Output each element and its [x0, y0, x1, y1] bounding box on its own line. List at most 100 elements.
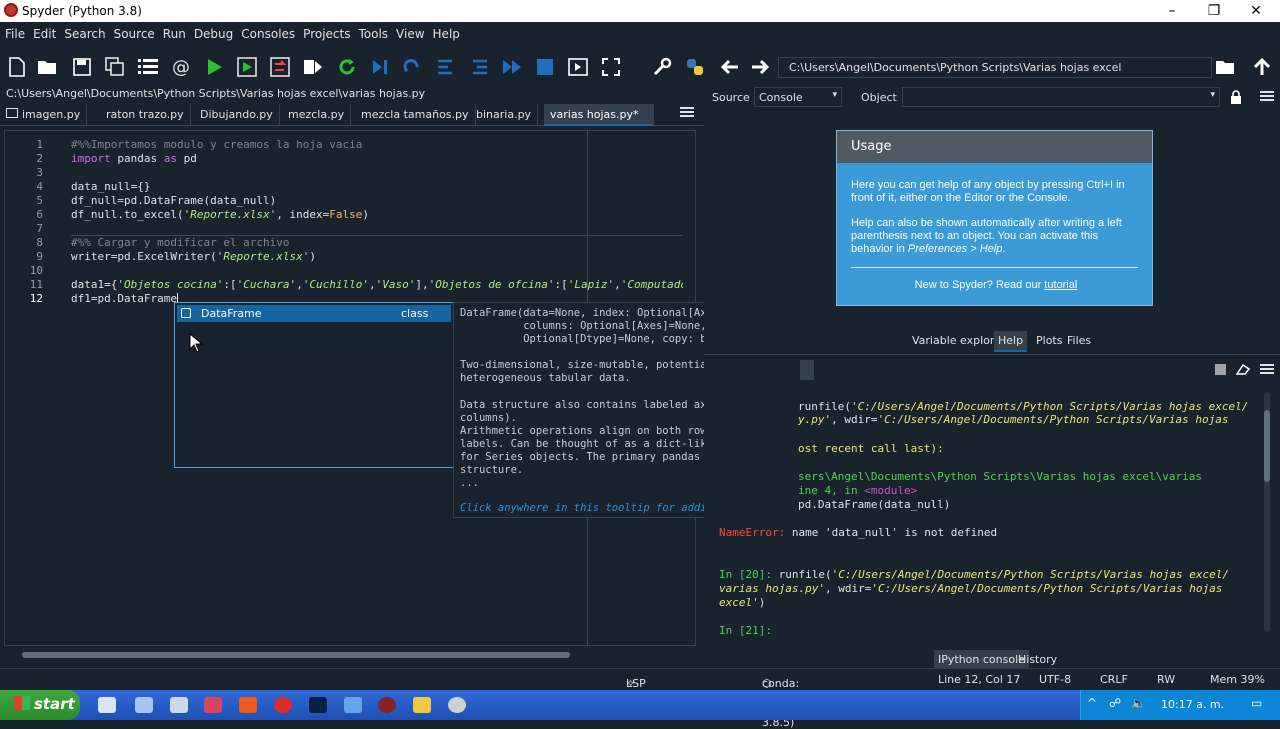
python-path-icon[interactable] — [683, 55, 707, 79]
menu-tools[interactable]: Tools — [353, 22, 391, 41]
tab-varias-hojas[interactable]: varias hojas.py* — [544, 104, 654, 126]
new-file-icon[interactable] — [5, 55, 29, 79]
console-tab-fragment[interactable] — [800, 360, 814, 380]
menu-bar: File Edit Search Source Run Debug Consoles Proj… — [0, 22, 1280, 48]
volume-icon[interactable]: 🔈 — [1131, 696, 1146, 710]
menu-consoles[interactable]: Consoles — [236, 22, 298, 41]
taskbar: start ^ ☍ 🔈 10:17 a. m. ▭ — [0, 690, 1280, 720]
forward-arrow-icon[interactable] — [748, 55, 772, 79]
save-icon[interactable] — [70, 55, 94, 79]
menu-projects[interactable]: Projects — [298, 22, 353, 41]
fullscreen-icon[interactable] — [599, 55, 623, 79]
menu-search[interactable]: Search — [59, 22, 108, 41]
app-icon[interactable] — [170, 697, 188, 713]
snipping-icon[interactable] — [135, 697, 153, 713]
window-title: Spyder (Python 3.8) — [22, 4, 142, 18]
tab-files[interactable]: Files — [1063, 331, 1095, 350]
tab-menu-icon[interactable] — [680, 106, 696, 120]
browse-folder-icon[interactable] — [1214, 55, 1238, 79]
menu-view[interactable]: View — [391, 22, 427, 41]
tutorial-link[interactable]: tutorial — [1044, 279, 1077, 291]
menu-file[interactable]: File — [0, 22, 28, 41]
menu-edit[interactable]: Edit — [28, 22, 59, 41]
debug-icon[interactable] — [368, 55, 392, 79]
brave-icon[interactable] — [239, 697, 257, 713]
start-button[interactable]: start — [0, 690, 80, 720]
editor-horizontal-scrollbar[interactable] — [20, 650, 700, 660]
line-number: 4 — [36, 180, 43, 193]
console-menu-icon[interactable] — [1260, 363, 1274, 378]
working-directory-input[interactable]: C:\Users\Angel\Documents\Python Scripts\… — [778, 57, 1212, 78]
console-prompt: In [21]: — [719, 624, 772, 637]
outline-icon[interactable] — [136, 55, 160, 79]
tab-binaria[interactable]: binaria.py — [470, 104, 539, 126]
rerun-icon[interactable] — [335, 55, 359, 79]
class-icon — [181, 308, 191, 318]
parent-dir-icon[interactable] — [1250, 55, 1274, 79]
menu-help[interactable]: Help — [428, 22, 463, 41]
step-into-icon[interactable] — [434, 55, 458, 79]
console-line: ine 4, in <module> — [798, 484, 918, 497]
tooltip-text: heterogeneous tabular data. — [460, 372, 631, 384]
tab-mezcla[interactable]: mezcla.py — [282, 104, 352, 126]
console-line: pd.DataFrame(data_null) — [798, 498, 951, 511]
completion-item[interactable]: DataFrame class — [177, 305, 451, 322]
spyder-taskbar-icon[interactable] — [378, 697, 396, 713]
step-icon[interactable] — [401, 55, 425, 79]
maximize-button[interactable]: ❐ — [1194, 1, 1234, 21]
ipython-console[interactable]: runfile('C:/Users/Angel/Documents/Python… — [714, 384, 1254, 644]
app-icon[interactable] — [204, 697, 222, 713]
preferences-wrench-icon[interactable] — [650, 55, 674, 79]
status-bar: ✧LSP Python: ready ⬡conda: base (Python … — [0, 668, 1280, 729]
menu-run[interactable]: Run — [158, 22, 189, 41]
console-scrollbar[interactable] — [1264, 392, 1270, 632]
scrollbar-handle[interactable] — [22, 652, 570, 658]
run-cell-advance-icon[interactable] — [268, 55, 292, 79]
app-icon[interactable] — [344, 697, 362, 713]
step-return-icon[interactable] — [467, 55, 491, 79]
task-view-icon[interactable] — [98, 697, 116, 713]
tab-history[interactable]: History — [1014, 650, 1061, 669]
code-line: #%%Importamos modulo y creamos la hoja v… — [71, 138, 363, 151]
network-icon[interactable]: ☍ — [1109, 696, 1121, 710]
code-line: df_null=pd.DataFrame(data_null) — [71, 194, 277, 207]
usage-text: New to Spyder? Read our tutorial — [914, 279, 1078, 291]
back-arrow-icon[interactable] — [718, 55, 742, 79]
tab-mezcla-tamanos[interactable]: mezcla tamaños.py — [355, 104, 476, 126]
mouse-pointer-icon — [189, 333, 203, 353]
maximize-pane-icon[interactable] — [566, 55, 590, 79]
tab-plots[interactable]: Plots — [1032, 331, 1066, 350]
tab-raton-trazo[interactable]: raton trazo.py — [100, 104, 191, 126]
chevron-up-icon[interactable]: ^ — [1087, 696, 1097, 710]
clock[interactable]: 10:17 a. m. — [1161, 698, 1224, 711]
source-select[interactable]: Console ▾ — [754, 87, 842, 107]
tab-help[interactable]: Help — [994, 331, 1028, 352]
lock-icon[interactable] — [1230, 90, 1242, 107]
app-icon[interactable] — [448, 697, 466, 713]
pane-menu-icon[interactable] — [1260, 90, 1274, 105]
tab-imagen[interactable]: imagen.py — [4, 104, 88, 126]
stop-icon[interactable] — [533, 55, 557, 79]
terminal-icon[interactable] — [309, 697, 327, 713]
object-input[interactable]: ▾ — [902, 87, 1220, 107]
scrollbar-handle[interactable] — [1264, 410, 1270, 482]
run-cell-icon[interactable] — [235, 55, 259, 79]
run-icon[interactable] — [202, 55, 226, 79]
menu-source[interactable]: Source — [109, 22, 158, 41]
minimize-button[interactable]: – — [1152, 1, 1192, 21]
continue-icon[interactable] — [500, 55, 524, 79]
tab-dibujando[interactable]: Dibujando.py — [194, 104, 280, 126]
open-file-icon[interactable] — [36, 55, 60, 79]
save-all-icon[interactable] — [103, 55, 127, 79]
app-icon[interactable] — [274, 697, 292, 713]
clear-console-icon[interactable] — [1235, 363, 1251, 378]
console-line: varias hojas.py', wdir='C:/Users/Angel/D… — [719, 582, 1223, 595]
file-explorer-icon[interactable] — [413, 697, 431, 713]
stop-kernel-icon[interactable] — [1215, 364, 1226, 375]
menu-debug[interactable]: Debug — [189, 22, 236, 41]
close-button[interactable]: ✕ — [1236, 1, 1276, 21]
run-selection-icon[interactable] — [301, 55, 325, 79]
notification-icon[interactable]: ▭ — [1251, 696, 1262, 710]
at-icon[interactable]: @ — [169, 55, 193, 79]
console-line: ost recent call last): — [798, 442, 944, 455]
